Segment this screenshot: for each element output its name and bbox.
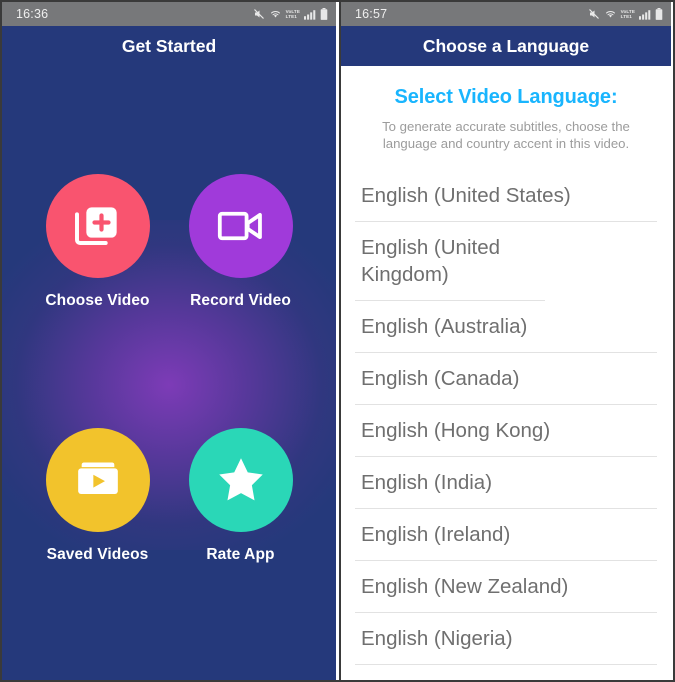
list-item[interactable]: English (Ireland) [355, 509, 657, 561]
mute-icon [253, 9, 264, 19]
battery-icon [655, 8, 663, 20]
volte-lte-icon: VoLTE LTE1 [285, 9, 300, 19]
list-item[interactable]: English (New Zealand) [355, 561, 657, 613]
add-to-library-icon [74, 207, 117, 246]
status-icon-group: VoLTE LTE1 [253, 8, 328, 20]
left-phone-screen: 16:36 VoLTE LTE1 Get Started Choose Vide… [2, 2, 336, 680]
home-screen-body: Choose Video Record Video Saved Videos R… [2, 66, 336, 680]
page-title-left: Get Started [121, 35, 217, 56]
status-bar-left: 16:36 VoLTE LTE1 [2, 2, 336, 26]
folder-play-icon [77, 462, 118, 494]
tile-circle-record-video [188, 174, 293, 278]
section-subtitle: To generate accurate subtitles, choose t… [382, 119, 630, 151]
tile-label-record-video: Record Video [190, 292, 291, 309]
app-bar-right: Choose a Language [341, 26, 671, 66]
list-item[interactable]: English (United Kingdom) [355, 222, 545, 301]
language-list: English (United States) English (United … [355, 170, 657, 665]
status-bar-right: 16:57 VoLTE LTE1 [341, 2, 671, 26]
battery-icon [320, 8, 328, 20]
section-heading: Select Video Language: [394, 86, 618, 108]
list-item[interactable]: English (United States) [355, 170, 657, 222]
volte-lte-icon: VoLTE LTE1 [620, 9, 635, 19]
status-time: 16:36 [16, 7, 49, 21]
status-icon-group: VoLTE LTE1 [588, 8, 663, 20]
mute-icon [588, 9, 599, 19]
tile-label-saved-videos: Saved Videos [46, 546, 149, 563]
list-item[interactable]: English (Australia) [355, 301, 657, 353]
tile-record-video[interactable]: Record Video [169, 118, 312, 366]
tile-choose-video[interactable]: Choose Video [26, 118, 169, 366]
right-phone-screen: 16:57 VoLTE LTE1 Choose a Language Selec… [339, 2, 671, 680]
screenshot-comparison: 16:36 VoLTE LTE1 Get Started Choose Vide… [0, 0, 675, 682]
list-item[interactable]: English (Nigeria) [355, 613, 657, 665]
wifi-icon [270, 11, 280, 18]
tile-label-choose-video: Choose Video [45, 292, 150, 309]
tile-circle-saved-videos [45, 428, 150, 532]
app-bar-left: Get Started [2, 26, 336, 66]
action-tile-grid: Choose Video Record Video Saved Videos R… [2, 66, 336, 680]
tile-saved-videos[interactable]: Saved Videos [26, 372, 169, 620]
list-item[interactable]: English (Hong Kong) [355, 405, 657, 457]
tile-rate-app[interactable]: Rate App [169, 372, 312, 620]
signal-bars-icon [639, 9, 651, 20]
video-camera-icon [217, 211, 262, 241]
signal-bars-icon [304, 9, 316, 20]
list-item[interactable]: English (India) [355, 457, 657, 509]
wifi-icon [605, 11, 615, 18]
tile-label-rate-app: Rate App [206, 546, 275, 563]
list-item[interactable]: English (Canada) [355, 353, 657, 405]
status-time: 16:57 [355, 7, 388, 21]
language-screen-body: Select Video Language: To generate accur… [341, 66, 671, 680]
tile-circle-choose-video [45, 174, 150, 278]
star-icon [218, 458, 263, 501]
page-title-right: Choose a Language [422, 35, 590, 56]
tile-circle-rate-app [188, 428, 293, 532]
